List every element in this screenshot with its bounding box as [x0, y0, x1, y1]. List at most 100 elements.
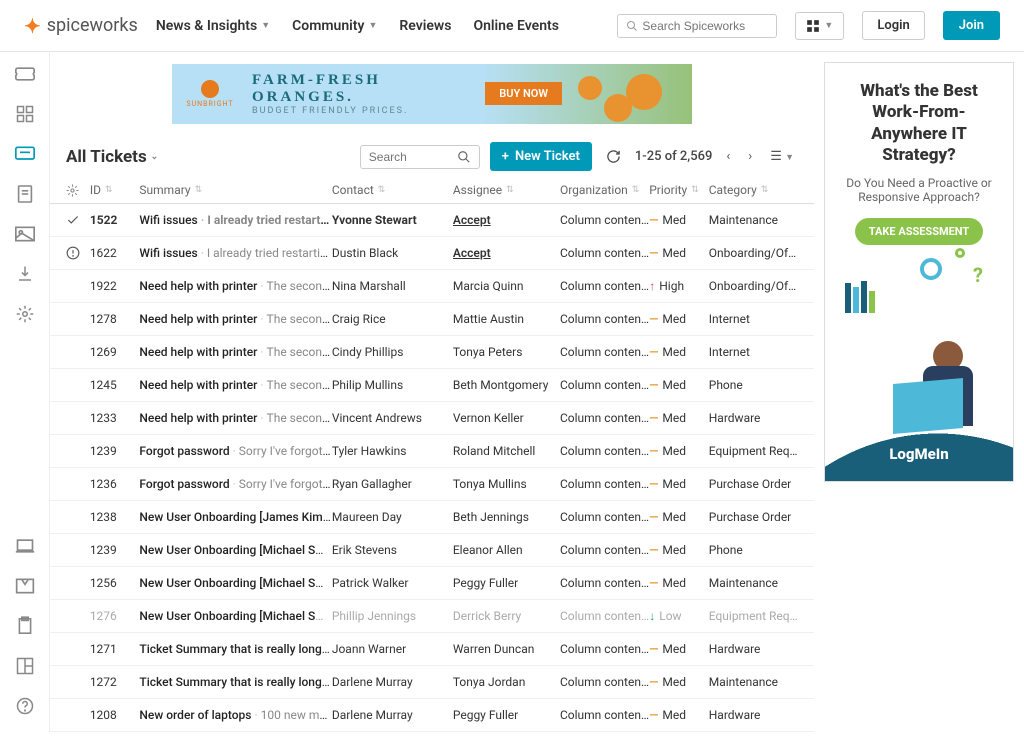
row-assignee: Accept [453, 246, 560, 260]
ticket-row[interactable]: 1256New User Onboarding [Michael Smith]·… [50, 567, 814, 600]
row-id: 1269 [90, 345, 140, 359]
row-summary: Ticket Summary that is really long and· [139, 675, 331, 689]
new-ticket-button[interactable]: + New Ticket [490, 142, 592, 171]
ad-cta-button[interactable]: TAKE ASSESSMENT [855, 218, 983, 245]
row-contact: Nina Marshall [332, 279, 453, 293]
next-page-button[interactable]: › [744, 149, 756, 164]
row-category: Hardware [709, 642, 798, 656]
row-priority: — Med [649, 378, 709, 392]
accept-link[interactable]: Accept [453, 213, 491, 227]
row-status-icon [66, 213, 90, 227]
accept-link[interactable]: Accept [453, 246, 491, 260]
search-icon [457, 150, 471, 164]
column-summary[interactable]: Summary⇅ [139, 183, 331, 197]
sidebar-ad[interactable]: What's the Best Work-From-Anywhere IT St… [824, 62, 1014, 482]
banner-subtext: BUDGET FRIENDLY PRICES. [252, 106, 408, 116]
join-button[interactable]: Join [943, 11, 1000, 40]
row-priority: — Med [649, 642, 709, 656]
column-priority[interactable]: Priority⇅ [649, 183, 709, 197]
row-assignee: Vernon Keller [453, 411, 560, 425]
ticket-row[interactable]: 1272Ticket Summary that is really long a… [50, 666, 814, 699]
ticket-row[interactable]: 1622Wifi issues·I already tried restarti… [50, 237, 814, 270]
brand-logo[interactable]: ✦ spiceworks [24, 14, 138, 38]
ticket-row[interactable]: 1278Need help with printer·The second fl… [50, 303, 814, 336]
sidebar-settings-icon[interactable] [15, 304, 35, 324]
sidebar-dashboard-icon[interactable] [15, 104, 35, 124]
sidebar-notes-icon[interactable] [15, 184, 35, 204]
row-summary: New User Onboarding [Michael Smith]· [139, 609, 331, 623]
row-summary: Need help with printer·The second floo [139, 279, 331, 293]
banner-cta-button[interactable]: BUY NOW [485, 82, 562, 105]
refresh-button[interactable] [602, 149, 625, 164]
row-organization: Column contents [560, 345, 649, 359]
ticket-row[interactable]: 1238New User Onboarding [James Kim]·NaMa… [50, 501, 814, 534]
row-contact: Maureen Day [332, 510, 453, 524]
global-search-input[interactable] [642, 19, 768, 33]
logo-icon: ✦ [24, 14, 41, 38]
main-content: SUNBRIGHT FARM-FRESH ORANGES. BUDGET FRI… [50, 52, 814, 732]
global-search[interactable] [617, 14, 777, 38]
sidebar-inbox-icon[interactable] [15, 576, 35, 596]
ticket-search[interactable] [360, 145, 480, 169]
nav-community[interactable]: Community▼ [292, 18, 377, 34]
row-organization: Column contents [560, 444, 649, 458]
column-contact[interactable]: Contact⇅ [332, 183, 453, 197]
sidebar-clipboard-icon[interactable] [15, 616, 35, 636]
column-id[interactable]: ID⇅ [90, 183, 140, 197]
right-ad-column: What's the Best Work-From-Anywhere IT St… [814, 52, 1024, 732]
row-organization: Column contents [560, 543, 649, 557]
ad-subtext: Do You Need a Proactive or Responsive Ap… [835, 176, 1003, 204]
sidebar-laptop-icon[interactable] [15, 536, 35, 556]
row-contact: Yvonne Stewart [332, 213, 453, 227]
row-id: 1272 [90, 675, 140, 689]
apps-menu-button[interactable]: ▼ [795, 12, 844, 40]
ticket-row[interactable]: 1276New User Onboarding [Michael Smith]·… [50, 600, 814, 633]
ticket-row[interactable]: 1271Ticket Summary that is really long a… [50, 633, 814, 666]
ticket-row[interactable]: 1233Need help with printer·The second fl… [50, 402, 814, 435]
banner-headline-2: ORANGES. [252, 89, 408, 106]
sidebar-image-icon[interactable] [15, 224, 35, 244]
decorative-circle-icon [920, 258, 942, 280]
column-assignee[interactable]: Assignee⇅ [453, 183, 560, 197]
ticket-row[interactable]: 1245Need help with printer·The second fl… [50, 369, 814, 402]
sidebar-tickets-icon[interactable] [15, 64, 35, 84]
sidebar-help-icon[interactable] [15, 696, 35, 716]
row-priority: — Med [649, 576, 709, 590]
ticket-row[interactable]: 1236Forgot password·Sorry I've forgotten… [50, 468, 814, 501]
row-priority: — Med [649, 444, 709, 458]
row-priority: ↓ Low [649, 609, 709, 623]
row-id: 1239 [90, 543, 140, 557]
row-id: 1922 [90, 279, 140, 293]
row-contact: Darlene Murray [332, 675, 453, 689]
ad-banner[interactable]: SUNBRIGHT FARM-FRESH ORANGES. BUDGET FRI… [50, 64, 814, 124]
sidebar-download-icon[interactable] [15, 264, 35, 284]
row-contact: Erik Stevens [332, 543, 453, 557]
sidebar-helpdesk-icon[interactable] [15, 144, 35, 164]
ticket-row[interactable]: 1522Wifi issues·I already tried restarti… [50, 204, 814, 237]
prev-page-button[interactable]: ‹ [722, 149, 734, 164]
ticket-row[interactable]: 1269Need help with printer·The second fl… [50, 336, 814, 369]
row-contact: Joann Warner [332, 642, 453, 656]
nav-news[interactable]: News & Insights▼ [156, 18, 270, 34]
ticket-row[interactable]: 1239New User Onboarding [Michael Smith]·… [50, 534, 814, 567]
nav-online-events[interactable]: Online Events [473, 18, 558, 34]
login-button[interactable]: Login [862, 11, 924, 40]
sidebar-layout-icon[interactable] [15, 656, 35, 676]
column-organization[interactable]: Organization⇅ [560, 183, 649, 197]
row-assignee: Tonya Mullins [453, 477, 560, 491]
view-title[interactable]: All Tickets ⌄ [66, 147, 158, 167]
ticket-row[interactable]: 1208New order of laptops·100 new macboDa… [50, 699, 814, 732]
ticket-search-input[interactable] [369, 150, 457, 164]
row-category: Phone [709, 378, 798, 392]
row-category: Purchase Order [709, 510, 798, 524]
row-organization: Column contents [560, 576, 649, 590]
ticket-row[interactable]: 1239Forgot password·Sorry I've forgotten… [50, 435, 814, 468]
list-view-button[interactable]: ☰ ▼ [766, 149, 798, 164]
column-category[interactable]: Category⇅ [709, 183, 798, 197]
row-contact: Patrick Walker [332, 576, 453, 590]
ticket-table-body: 1522Wifi issues·I already tried restarti… [50, 204, 814, 732]
row-organization: Column contents [560, 609, 649, 623]
nav-reviews[interactable]: Reviews [399, 18, 451, 34]
ticket-row[interactable]: 1922Need help with printer·The second fl… [50, 270, 814, 303]
gear-icon[interactable] [66, 184, 90, 197]
